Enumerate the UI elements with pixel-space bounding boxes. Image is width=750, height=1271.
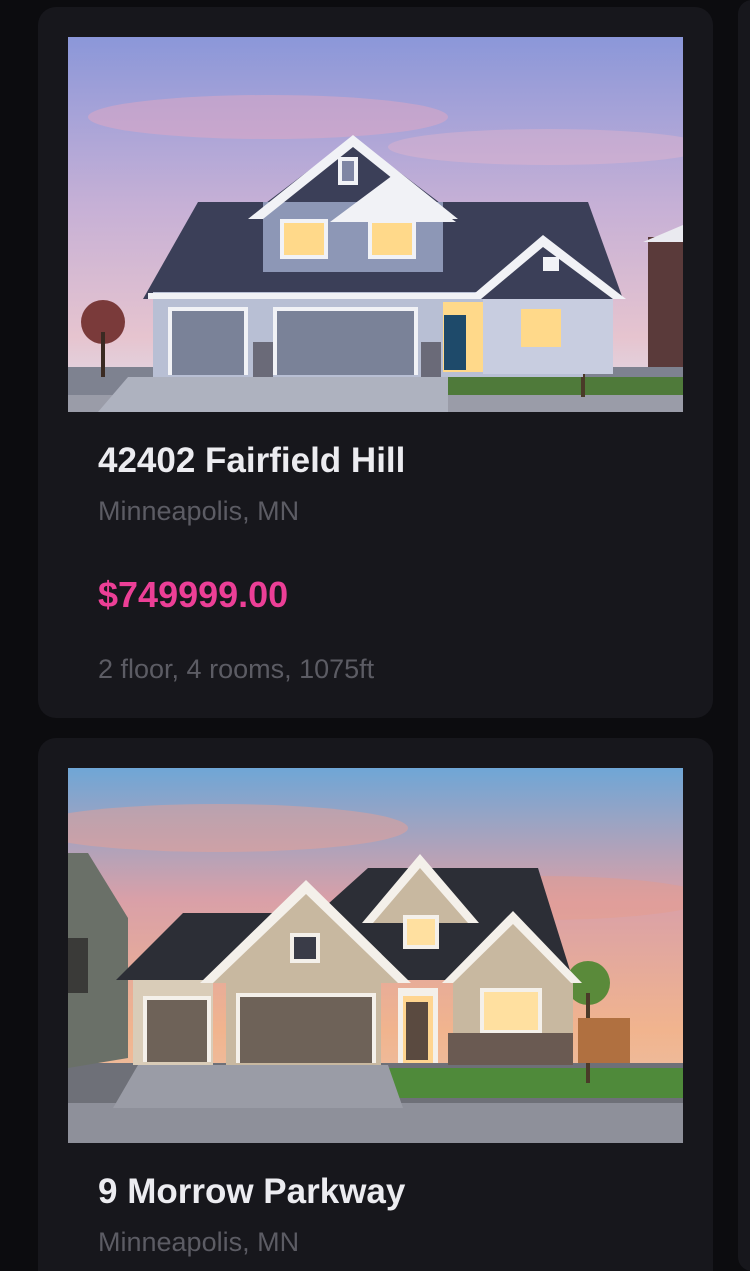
property-photo [68, 37, 683, 412]
property-price: $749999.00 [98, 574, 289, 615]
property-location: Minneapolis, MN [98, 1227, 300, 1257]
property-specs: 2 floor, 4 rooms, 1075ft [98, 654, 375, 684]
property-title[interactable]: 9 Morrow Parkway [98, 1172, 405, 1212]
property-title[interactable]: 42402 Fairfield Hill [98, 441, 405, 481]
property-photo [68, 768, 683, 1143]
listings-page: 42402 Fairfield Hill Minneapolis, MN $74… [0, 0, 750, 1271]
next-card-edge[interactable] [738, 0, 750, 1271]
property-card[interactable]: 42402 Fairfield Hill Minneapolis, MN $74… [38, 7, 713, 718]
property-location: Minneapolis, MN [98, 496, 300, 526]
property-card[interactable]: 9 Morrow Parkway Minneapolis, MN [38, 738, 713, 1271]
